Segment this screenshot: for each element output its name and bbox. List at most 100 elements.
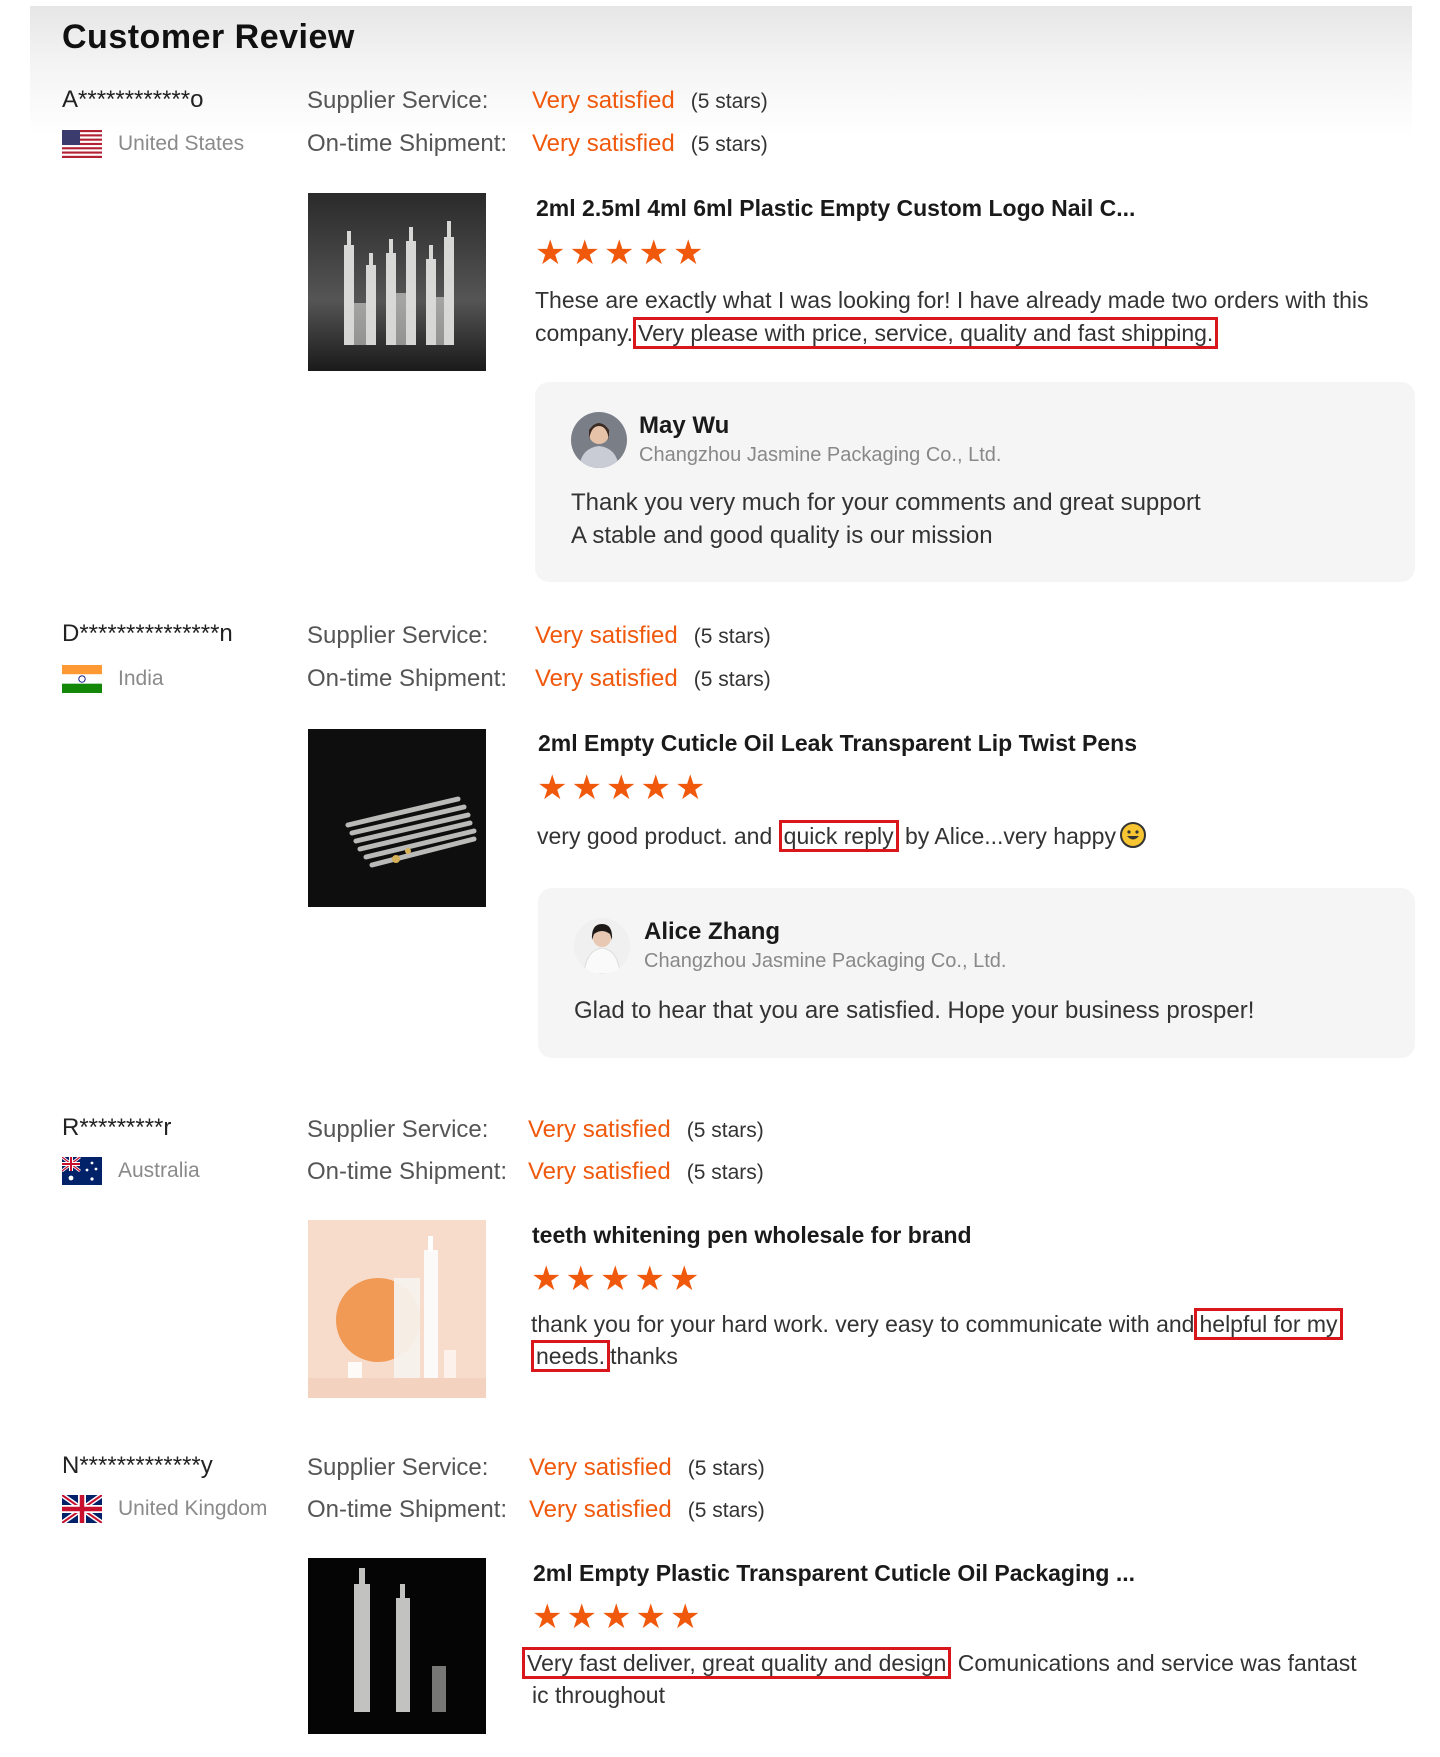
star-icon: ★ — [669, 1598, 701, 1636]
comment-text: Comunications and service was fantast — [951, 1650, 1357, 1676]
reply-line: Glad to hear that you are satisfied. Hop… — [574, 997, 1255, 1024]
supplier-service-label: Supplier Service: — [307, 1116, 489, 1143]
rating-stars: ★ ★ ★ ★ ★ — [532, 1600, 700, 1634]
comment-highlight: needs. — [531, 1340, 611, 1372]
product-title[interactable]: 2ml 2.5ml 4ml 6ml Plastic Empty Custom L… — [536, 195, 1135, 222]
reply-company: Changzhou Jasmine Packaging Co., Ltd. — [639, 444, 1002, 466]
country-name: Australia — [118, 1159, 200, 1182]
reviewer-country: India — [62, 665, 164, 693]
star-icon: ★ — [634, 1260, 665, 1298]
ontime-shipment-row: On-time Shipment: Very satisfied (5 star… — [307, 665, 771, 693]
ontime-shipment-value: Very satisfied — [535, 665, 678, 692]
product-title[interactable]: 2ml Empty Cuticle Oil Leak Transparent L… — [538, 730, 1137, 757]
rating-stars: ★ ★ ★ ★ ★ — [531, 1262, 699, 1296]
reply-text: Glad to hear that you are satisfied. Hop… — [574, 994, 1254, 1027]
avatar — [574, 918, 630, 974]
country-name: United States — [118, 132, 245, 155]
comment-text: thanks — [610, 1343, 678, 1369]
smile-emoji-icon — [1119, 822, 1146, 848]
star-icon: ★ — [537, 769, 568, 807]
us-flag-icon — [62, 130, 102, 158]
review-comment: Very fast deliver, great quality and des… — [522, 1647, 1417, 1711]
comment-text: very good product. and — [537, 823, 773, 849]
star-icon: ★ — [672, 234, 704, 272]
rating-stars: ★ ★ ★ ★ ★ — [537, 771, 705, 805]
star-icon: ★ — [599, 1260, 631, 1298]
ontime-shipment-label: On-time Shipment: — [307, 665, 508, 692]
reply-author-name: Alice Zhang — [644, 918, 781, 945]
uk-flag-icon — [62, 1495, 102, 1523]
supplier-service-stars: (5 stars) — [693, 625, 771, 648]
country-name: United Kingdom — [118, 1497, 268, 1520]
supplier-service-label: Supplier Service: — [307, 87, 489, 114]
supplier-service-value: Very satisfied — [532, 87, 675, 114]
review-comment: These are exactly what I was looking for… — [535, 284, 1415, 350]
star-icon: ★ — [605, 769, 637, 807]
supplier-service-stars: (5 stars) — [687, 1457, 765, 1480]
star-icon: ★ — [638, 234, 669, 272]
reviewer-country: Australia — [62, 1157, 200, 1185]
comment-highlight: Very please with price, service, quality… — [633, 317, 1219, 349]
reply-line: A stable and good quality is our mission — [571, 522, 993, 549]
product-image[interactable] — [308, 193, 486, 371]
star-icon: ★ — [531, 1260, 562, 1298]
star-icon: ★ — [535, 234, 566, 272]
comment-text: ic throughout — [532, 1682, 665, 1708]
reply-company: Changzhou Jasmine Packaging Co., Ltd. — [644, 950, 1007, 972]
ontime-shipment-stars: (5 stars) — [687, 1499, 765, 1522]
supplier-service-stars: (5 stars) — [690, 90, 768, 113]
supplier-service-row: Supplier Service: Very satisfied (5 star… — [307, 622, 771, 650]
australia-flag-icon — [62, 1157, 102, 1185]
ontime-shipment-row: On-time Shipment: Very satisfied (5 star… — [307, 1158, 764, 1186]
star-icon: ★ — [600, 1598, 632, 1636]
ontime-shipment-label: On-time Shipment: — [307, 1158, 508, 1185]
ontime-shipment-label: On-time Shipment: — [307, 1496, 508, 1523]
supplier-reply: May Wu Changzhou Jasmine Packaging Co., … — [535, 382, 1415, 582]
supplier-service-value: Very satisfied — [529, 1454, 672, 1481]
star-icon: ★ — [571, 769, 602, 807]
ontime-shipment-label: On-time Shipment: — [307, 130, 508, 157]
star-icon: ★ — [566, 1598, 597, 1636]
review-comment: very good product. and quick reply by Al… — [537, 820, 1417, 853]
reviewer-name: A************o — [62, 86, 204, 113]
comment-highlight: quick reply — [778, 820, 899, 852]
product-title[interactable]: 2ml Empty Plastic Transparent Cuticle Oi… — [533, 1560, 1135, 1587]
comment-highlight: helpful for my — [1194, 1308, 1343, 1340]
star-icon: ★ — [635, 1598, 666, 1636]
reviewer-country: United States — [62, 130, 244, 158]
supplier-service-row: Supplier Service: Very satisfied (5 star… — [307, 87, 768, 115]
reviewer-name: D***************n — [62, 620, 233, 647]
reviewer-name: R*********r — [62, 1114, 172, 1141]
supplier-service-row: Supplier Service: Very satisfied (5 star… — [307, 1116, 764, 1144]
supplier-reply: Alice Zhang Changzhou Jasmine Packaging … — [538, 888, 1415, 1058]
ontime-shipment-value: Very satisfied — [528, 1158, 671, 1185]
supplier-service-row: Supplier Service: Very satisfied (5 star… — [307, 1454, 765, 1482]
product-title[interactable]: teeth whitening pen wholesale for brand — [532, 1222, 972, 1249]
comment-text: thank you for your hard work. very easy … — [531, 1311, 1195, 1337]
star-icon: ★ — [674, 769, 706, 807]
ontime-shipment-row: On-time Shipment: Very satisfied (5 star… — [307, 130, 768, 158]
comment-highlight: Very fast deliver, great quality and des… — [522, 1647, 952, 1679]
country-name: India — [118, 667, 164, 690]
supplier-service-value: Very satisfied — [535, 622, 678, 649]
page-title: Customer Review — [62, 18, 355, 56]
product-image[interactable] — [308, 729, 486, 907]
reviewer-country: United Kingdom — [62, 1495, 267, 1523]
ontime-shipment-stars: (5 stars) — [690, 133, 768, 156]
supplier-service-value: Very satisfied — [528, 1116, 671, 1143]
reply-author-name: May Wu — [639, 412, 730, 439]
star-icon: ★ — [668, 1260, 700, 1298]
review-comment: thank you for your hard work. very easy … — [531, 1308, 1411, 1372]
star-icon: ★ — [603, 234, 635, 272]
ontime-shipment-value: Very satisfied — [532, 130, 675, 157]
ontime-shipment-stars: (5 stars) — [693, 668, 771, 691]
reviewer-name: N*************y — [62, 1452, 213, 1479]
avatar — [571, 412, 627, 468]
reply-text: Thank you very much for your comments an… — [571, 486, 1201, 552]
product-image[interactable] — [308, 1558, 486, 1734]
reply-line: Thank you very much for your comments an… — [571, 489, 1201, 516]
product-image[interactable] — [308, 1220, 486, 1398]
ontime-shipment-stars: (5 stars) — [686, 1161, 764, 1184]
rating-stars: ★ ★ ★ ★ ★ — [535, 236, 703, 270]
supplier-service-label: Supplier Service: — [307, 1454, 489, 1481]
